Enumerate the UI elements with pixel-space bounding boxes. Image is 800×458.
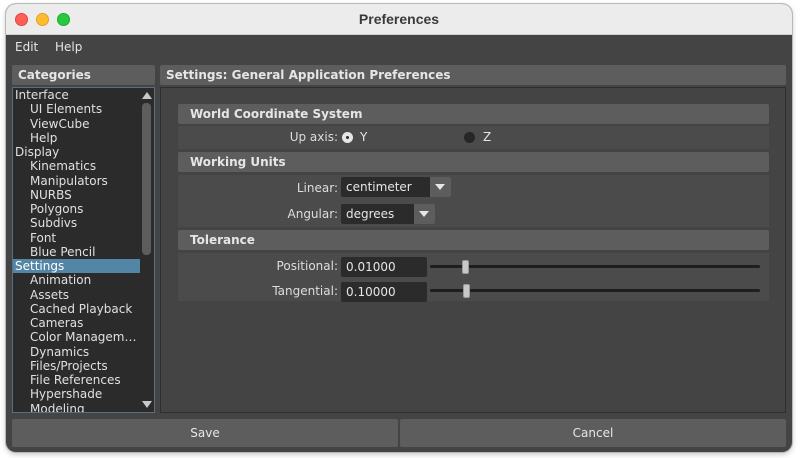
tangential-label: Tangential: [272, 284, 338, 298]
cancel-button[interactable]: Cancel [400, 419, 786, 447]
menu-bar: Edit Help [6, 35, 792, 61]
category-item-manipulators[interactable]: Manipulators [13, 174, 140, 188]
linear-label: Linear: [296, 181, 338, 195]
angular-dropdown-arrow-box[interactable] [414, 204, 435, 224]
tolerance-section-header[interactable]: Tolerance [178, 230, 769, 250]
tolerance-rows: Positional: 0.01000 Tangential: 0.10000 [178, 253, 769, 302]
positional-input[interactable]: 0.01000 [341, 257, 427, 277]
up-axis-y-label[interactable]: Y [360, 130, 367, 144]
up-axis-row: Up axis: Y Z [178, 126, 769, 149]
window-title: Preferences [358, 11, 440, 27]
angular-label: Angular: [287, 207, 339, 221]
save-button[interactable]: Save [12, 419, 398, 447]
scroll-down-arrow-icon[interactable] [142, 401, 152, 408]
category-item-ui-elements[interactable]: UI Elements [13, 102, 140, 116]
category-item-dynamics[interactable]: Dynamics [13, 345, 140, 359]
category-item-color-managem[interactable]: Color Managem… [13, 330, 140, 344]
positional-slider-track[interactable] [430, 265, 760, 268]
scrollbar-thumb[interactable] [142, 103, 151, 255]
categories-header: Categories [12, 65, 155, 85]
world-coordinate-section-header[interactable]: World Coordinate System [178, 104, 769, 124]
category-item-modeling[interactable]: Modeling [13, 402, 140, 413]
settings-header: Settings: General Application Preference… [160, 65, 786, 85]
linear-units-value: centimeter [346, 180, 412, 194]
tangential-slider-handle[interactable] [463, 284, 470, 298]
categories-scrollbar[interactable] [140, 88, 154, 412]
category-item-viewcube[interactable]: ViewCube [13, 117, 140, 131]
angular-units-value: degrees [346, 207, 395, 221]
category-item-nurbs[interactable]: NURBS [13, 188, 140, 202]
linear-units-dropdown[interactable]: centimeter [341, 177, 451, 197]
scroll-up-arrow-icon[interactable] [142, 92, 152, 99]
tangential-input[interactable]: 0.10000 [341, 282, 427, 302]
preferences-window: Preferences Edit Help Categories Interfa… [6, 4, 792, 452]
category-item-display[interactable]: Display [13, 145, 140, 159]
category-item-font[interactable]: Font [13, 231, 140, 245]
up-axis-z-radio[interactable] [464, 132, 475, 143]
positional-label: Positional: [276, 259, 338, 273]
category-item-assets[interactable]: Assets [13, 288, 140, 302]
category-item-polygons[interactable]: Polygons [13, 202, 140, 216]
settings-panel: World Coordinate System Up axis: Y Z Wor… [160, 87, 786, 413]
chevron-down-icon [435, 184, 445, 190]
category-item-animation[interactable]: Animation [13, 273, 140, 287]
categories-list: Interface UI Elements ViewCube Help Display K… [13, 88, 140, 413]
category-item-files-projects[interactable]: Files/Projects [13, 359, 140, 373]
category-item-hypershade[interactable]: Hypershade [13, 387, 140, 401]
positional-slider-handle[interactable] [462, 260, 469, 274]
up-axis-z-label[interactable]: Z [483, 130, 491, 144]
up-axis-label: Up axis: [289, 130, 338, 144]
category-item-help[interactable]: Help [13, 131, 140, 145]
category-item-interface[interactable]: Interface [13, 88, 140, 102]
tangential-slider-track[interactable] [430, 289, 760, 292]
category-item-settings[interactable]: Settings [13, 259, 140, 274]
linear-row: Linear: centimeter [178, 175, 769, 201]
working-units-section-header[interactable]: Working Units [178, 152, 769, 172]
linear-dropdown-arrow-box[interactable] [430, 177, 451, 197]
up-axis-y-radio[interactable] [342, 132, 353, 143]
category-item-subdivs[interactable]: Subdivs [13, 216, 140, 230]
menu-edit[interactable]: Edit [15, 40, 38, 54]
category-item-blue-pencil[interactable]: Blue Pencil [13, 245, 140, 259]
angular-units-dropdown[interactable]: degrees [341, 204, 435, 224]
angular-row: Angular: degrees [178, 201, 769, 227]
category-item-file-references[interactable]: File References [13, 373, 140, 387]
category-item-cached-playback[interactable]: Cached Playback [13, 302, 140, 316]
categories-list-panel: Interface UI Elements ViewCube Help Display K… [12, 87, 155, 413]
category-item-cameras[interactable]: Cameras [13, 316, 140, 330]
category-item-kinematics[interactable]: Kinematics [13, 159, 140, 173]
menu-help[interactable]: Help [55, 40, 82, 54]
title-bar: Preferences [6, 4, 792, 35]
chevron-down-icon [419, 211, 429, 217]
